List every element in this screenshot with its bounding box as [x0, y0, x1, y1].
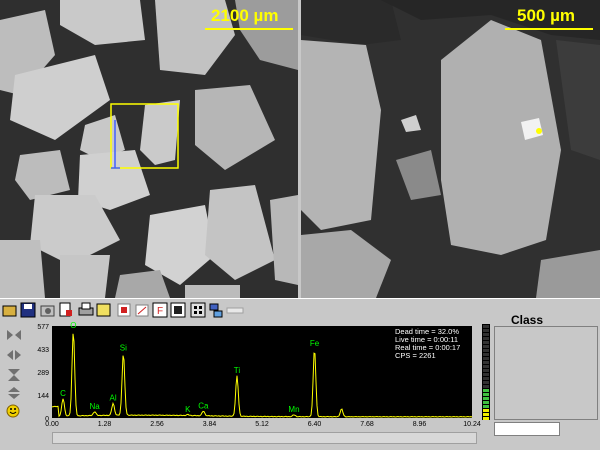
bse-image-left-graphic — [0, 0, 298, 298]
y-tick-label: 289 — [37, 370, 49, 377]
x-tick-label: 0.00 — [45, 421, 59, 426]
x-tick-label: 1.28 — [98, 421, 112, 426]
export-icon[interactable] — [96, 302, 112, 318]
peak-label-fe: Fe — [310, 339, 320, 348]
peak-label-ti: Ti — [234, 366, 241, 375]
meter-segment — [483, 365, 489, 368]
x-tick-label: 10.24 — [463, 421, 481, 426]
meter-segment — [483, 345, 489, 348]
peak-id-icon[interactable] — [134, 302, 150, 318]
bse-image-right-graphic — [301, 0, 600, 298]
meter-segment — [483, 337, 489, 340]
x-tick-label: 7.68 — [360, 421, 374, 426]
peak-label-c: C — [60, 389, 66, 398]
zoom-vertical-out-icon[interactable] — [6, 386, 22, 400]
document-copy-icon[interactable] — [58, 302, 74, 318]
meter-segment — [483, 369, 489, 372]
class-title: Class — [510, 313, 544, 327]
meter-segment — [483, 357, 489, 360]
x-tick-label: 6.40 — [308, 421, 322, 426]
meter-segment — [483, 397, 489, 400]
peak-label-si: Si — [120, 343, 127, 352]
scale-bar-left — [205, 28, 293, 30]
class-input[interactable] — [494, 422, 560, 436]
peak-label-k: K — [185, 405, 191, 414]
network-icon[interactable] — [208, 302, 224, 318]
zoom-horizontal-in-icon[interactable] — [6, 328, 22, 342]
zoom-horizontal-out-icon[interactable] — [6, 348, 22, 362]
meter-segment — [483, 381, 489, 384]
y-tick-label: 433 — [37, 347, 49, 354]
meter-segment — [483, 413, 489, 416]
count-rate-meter — [482, 324, 490, 420]
class-panel: Class — [494, 310, 598, 420]
x-tick-label: 8.96 — [413, 421, 427, 426]
scale-bar-right — [505, 28, 593, 30]
smiley-icon[interactable] — [6, 404, 20, 418]
meter-segment — [483, 377, 489, 380]
meter-segment — [483, 417, 489, 420]
cps-text: CPS = 2261 — [395, 351, 436, 360]
spectrum-scrollbar[interactable] — [52, 432, 477, 444]
frame-icon[interactable] — [170, 302, 186, 318]
save-icon[interactable] — [20, 302, 36, 318]
analysis-point-marker — [536, 128, 542, 134]
meter-segment — [483, 405, 489, 408]
print-icon[interactable] — [78, 302, 94, 318]
meter-segment — [483, 401, 489, 404]
format-icon[interactable]: F — [152, 302, 168, 318]
x-tick-label: 2.56 — [150, 421, 164, 426]
meter-segment — [483, 353, 489, 356]
meter-segment — [483, 349, 489, 352]
zoom-vertical-in-icon[interactable] — [6, 368, 22, 382]
meter-segment — [483, 409, 489, 412]
meter-segment — [483, 361, 489, 364]
status-indicator-icon — [226, 307, 244, 314]
meter-segment — [483, 341, 489, 344]
meter-segment — [483, 373, 489, 376]
meter-segment — [483, 333, 489, 336]
peak-label-al: Al — [110, 394, 117, 403]
spectrum-svg: 0144289433577 0.00 1.28 2.56 3.84 5.12 6.40 7.… — [37, 321, 481, 428]
scale-label-left: 2100 µm — [211, 6, 279, 25]
peak-label-ca: Ca — [198, 401, 209, 410]
meter-segment — [483, 325, 489, 328]
meter-segment — [483, 385, 489, 388]
grid-icon[interactable] — [190, 302, 206, 318]
x-tick-label: 5.12 — [255, 421, 269, 426]
marker-icon[interactable] — [116, 302, 132, 318]
open-folder-icon[interactable] — [2, 302, 18, 318]
scale-label-right: 500 µm — [517, 6, 575, 25]
y-tick-label: 144 — [37, 393, 49, 400]
peak-label-o: O — [70, 322, 76, 330]
class-list[interactable] — [494, 326, 598, 420]
x-tick-label: 3.84 — [203, 421, 217, 426]
load-image-icon[interactable] — [40, 302, 56, 318]
bse-image-left[interactable]: 2100 µm — [0, 0, 298, 298]
y-tick-label: 577 — [37, 324, 49, 331]
svg-text:F: F — [157, 306, 163, 317]
bse-image-right[interactable]: 500 µm — [301, 0, 600, 298]
meter-segment — [483, 393, 489, 396]
spectrum-chart[interactable]: 0 144 289 433 577 0.00 1.28 2.56 3.84 5.12 6.40 7.… — [30, 321, 484, 428]
peak-label-na: Na — [90, 402, 101, 411]
peak-label-mn: Mn — [288, 405, 299, 414]
meter-segment — [483, 389, 489, 392]
spectrum-tools — [0, 324, 30, 444]
meter-segment — [483, 329, 489, 332]
